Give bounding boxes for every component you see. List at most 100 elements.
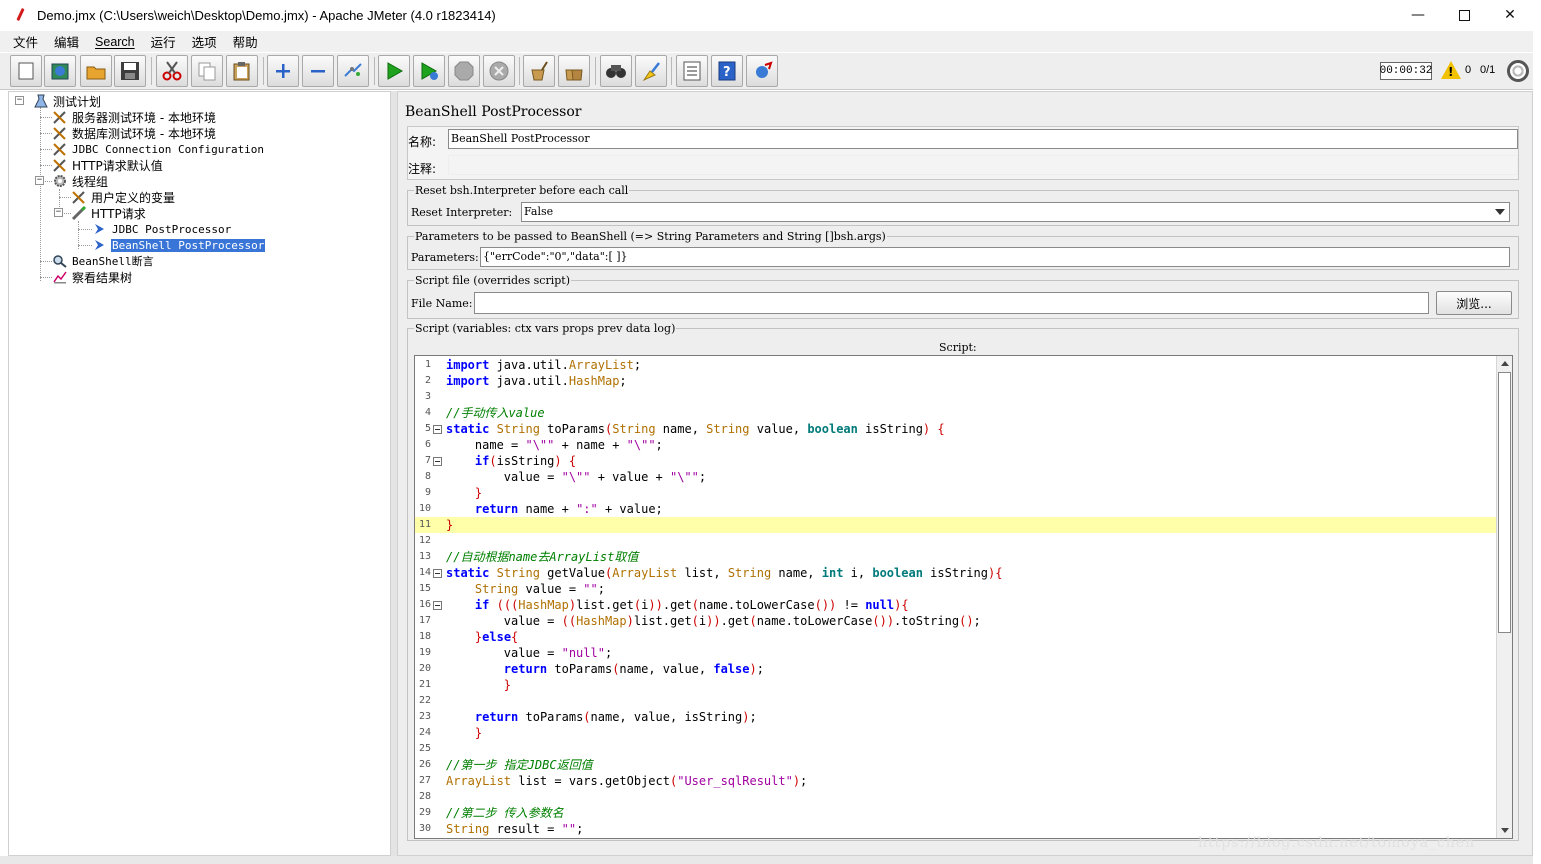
collapse-test-plan[interactable]: − [15, 96, 24, 105]
code-line[interactable]: 15 String value = ""; [415, 581, 1497, 597]
collapse-thread-group[interactable]: − [35, 176, 44, 185]
comment-field[interactable] [448, 155, 1518, 175]
element-editor-panel: BeanShell PostProcessor 名称: BeanShell Po… [397, 91, 1533, 856]
menu-options[interactable]: 选项 [184, 32, 225, 51]
cut-button[interactable] [156, 55, 188, 87]
tree-node-server-env[interactable]: 服务器测试环境 - 本地环境 [52, 109, 217, 125]
save-button[interactable] [114, 55, 146, 87]
code-line[interactable]: 2 import java.util.HashMap; [415, 373, 1497, 389]
tree-node-beanshell-assertion[interactable]: BeanShell断言 [52, 253, 155, 269]
paste-button[interactable] [226, 55, 258, 87]
code-line[interactable]: 10 return name + ":" + value; [415, 501, 1497, 517]
scroll-thumb[interactable] [1498, 372, 1511, 633]
code-line[interactable]: 20 return toParams(name, value, false); [415, 661, 1497, 677]
tree-node-jdbc-config[interactable]: JDBC Connection Configuration [52, 141, 265, 157]
code-line[interactable]: 16 if (((HashMap)list.get(i)).get(name.t… [415, 597, 1497, 613]
code-text: ArrayList list = vars.getObject("User_sq… [446, 774, 808, 788]
scroll-down-arrow-icon[interactable] [1497, 823, 1512, 838]
code-line[interactable]: 24 } [415, 725, 1497, 741]
line-number: 5 [424, 423, 431, 434]
search-button[interactable] [600, 55, 632, 87]
code-line[interactable]: 25 [415, 741, 1497, 757]
editor-scrollbar[interactable] [1496, 356, 1512, 838]
code-line[interactable]: 22 [415, 693, 1497, 709]
tree-node-thread-group[interactable]: 线程组 [52, 173, 109, 189]
name-comment-box: 名称: BeanShell PostProcessor 注释: [407, 126, 1519, 180]
menu-edit[interactable]: 编辑 [46, 32, 87, 51]
code-line[interactable]: 29 //第二步 传入参数名 [415, 805, 1497, 821]
tree-node-jdbc-postprocessor[interactable]: JDBC PostProcessor [92, 221, 232, 237]
tree-node-user-vars[interactable]: 用户定义的变量 [71, 189, 176, 205]
copy-button[interactable] [191, 55, 223, 87]
maximize-button[interactable] [1441, 0, 1487, 30]
parameters-field[interactable]: {"errCode":"0","data":[ ]} [480, 247, 1510, 267]
fold-collapse-icon[interactable] [433, 425, 442, 434]
code-line[interactable]: 13 //自动根据name去ArrayList取值 [415, 549, 1497, 565]
tree-node-db-env[interactable]: 数据库测试环境 - 本地环境 [52, 125, 217, 141]
file-name-field[interactable] [474, 292, 1429, 314]
code-line[interactable]: 17 value = ((HashMap)list.get(i)).get(na… [415, 613, 1497, 629]
new-button[interactable] [10, 55, 42, 87]
code-line[interactable]: 3 [415, 389, 1497, 405]
open-button[interactable] [80, 55, 112, 87]
code-line[interactable]: 12 [415, 533, 1497, 549]
fold-collapse-icon[interactable] [433, 457, 442, 466]
clear-all-button[interactable] [558, 55, 590, 87]
reset-interpreter-value: False [524, 205, 554, 218]
code-line[interactable]: 14 static String getValue(ArrayList list,… [415, 565, 1497, 581]
tree-node-test-plan[interactable]: 测试计划 [33, 93, 102, 109]
code-line[interactable]: 18 }else{ [415, 629, 1497, 645]
menu-help[interactable]: 帮助 [225, 32, 266, 51]
code-line[interactable]: 4 //手动传入value [415, 405, 1497, 421]
name-field[interactable]: BeanShell PostProcessor [448, 129, 1518, 149]
code-line[interactable]: 21 } [415, 677, 1497, 693]
stop-icon [454, 61, 474, 81]
menu-run[interactable]: 运行 [143, 32, 184, 51]
clear-button[interactable] [523, 55, 555, 87]
minimize-button[interactable]: — [1395, 0, 1441, 30]
code-line[interactable]: 8 value = "\"" + value + "\""; [415, 469, 1497, 485]
close-button[interactable]: ✕ [1487, 0, 1533, 30]
script-editor[interactable]: 1 import java.util.ArrayList; 2 import java… [414, 355, 1513, 839]
tree-node-beanshell-postprocessor[interactable]: BeanShell PostProcessor [92, 237, 266, 253]
scroll-up-arrow-icon[interactable] [1497, 356, 1512, 371]
fold-collapse-icon[interactable] [433, 569, 442, 578]
code-line[interactable]: 9 } [415, 485, 1497, 501]
code-line[interactable]: 28 [415, 789, 1497, 805]
code-line[interactable]: 7 if(isString) { [415, 453, 1497, 469]
reset-interpreter-select[interactable]: False [521, 202, 1510, 222]
code-line[interactable]: 6 name = "\"" + name + "\""; [415, 437, 1497, 453]
code-line[interactable]: 23 return toParams(name, value, isString… [415, 709, 1497, 725]
stop-button[interactable] [448, 55, 480, 87]
menu-file[interactable]: 文件 [5, 32, 46, 51]
remote-button[interactable] [746, 55, 778, 87]
warning-icon[interactable] [1441, 61, 1461, 79]
code-line[interactable]: 19 value = "null"; [415, 645, 1497, 661]
code-line[interactable]: 11} [415, 517, 1497, 533]
function-helper-button[interactable] [676, 55, 708, 87]
templates-button[interactable] [44, 55, 76, 87]
code-line[interactable]: 26 //第一步 指定JDBC返回值 [415, 757, 1497, 773]
parameters-group-title: Parameters to be passed to BeanShell (=>… [414, 230, 887, 243]
code-line[interactable]: 5 static String toParams(String name, Str… [415, 421, 1497, 437]
expand-all-button[interactable] [267, 55, 299, 87]
browse-button[interactable]: 浏览... [1436, 291, 1512, 315]
test-plan-tree: − − − 测试计划 服务器测试环境 - 本地环境 数据库测试环境 - 本地环境… [8, 91, 391, 856]
start-button[interactable] [378, 55, 410, 87]
toggle-button[interactable] [337, 55, 369, 87]
code-line[interactable]: 27 ArrayList list = vars.getObject("User_… [415, 773, 1497, 789]
start-no-pauses-button[interactable] [413, 55, 445, 87]
reset-search-button[interactable] [635, 55, 667, 87]
tree-node-results-tree[interactable]: 察看结果树 [52, 269, 133, 285]
tree-node-http-request[interactable]: HTTP请求 [71, 205, 147, 221]
tree-node-http-defaults[interactable]: HTTP请求默认值 [52, 157, 164, 173]
fold-collapse-icon[interactable] [433, 601, 442, 610]
shutdown-button[interactable] [483, 55, 515, 87]
collapse-all-button[interactable] [302, 55, 334, 87]
collapse-http-request[interactable]: − [54, 208, 63, 217]
menu-search[interactable]: Search [87, 35, 143, 49]
code-text: } [446, 518, 454, 532]
code-line[interactable]: 1 import java.util.ArrayList; [415, 357, 1497, 373]
help-button[interactable]: ? [711, 55, 743, 87]
save-icon [121, 62, 139, 80]
